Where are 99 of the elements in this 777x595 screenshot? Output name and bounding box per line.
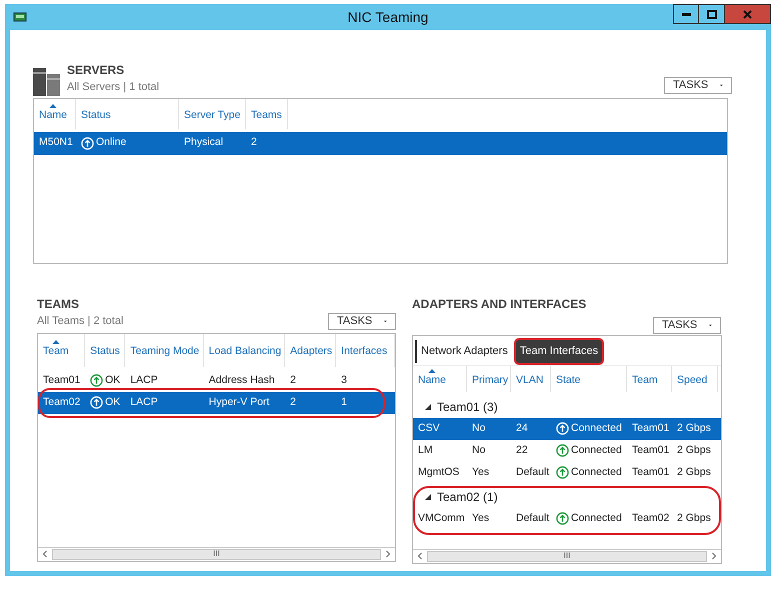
table-cell-text: Team01 xyxy=(632,420,670,436)
servers-icon xyxy=(33,68,60,96)
maximize-icon xyxy=(706,10,716,18)
table-cell-text: 2 Gbps xyxy=(677,510,711,526)
column-header[interactable]: State xyxy=(556,368,581,388)
status-up-icon xyxy=(81,136,94,150)
section-title: TEAMS xyxy=(37,296,80,312)
table-cell-text: Team02 xyxy=(43,394,80,410)
table-cell-text: No xyxy=(472,420,486,436)
section-title: ADAPTERS AND INTERFACES xyxy=(412,296,588,312)
status-up-icon xyxy=(90,396,104,409)
table-cell-text: 2 Gbps xyxy=(677,464,711,480)
table-cell-text: 22 xyxy=(516,442,528,458)
section-subtitle: All Teams | 2 total xyxy=(37,314,124,329)
table-cell-text: Connected xyxy=(571,420,622,436)
sort-arrow-icon xyxy=(428,368,436,373)
table-row[interactable]: VMComm Yes Default Connected Team02 2 Gbps xyxy=(413,508,721,530)
table-cell-text: Online xyxy=(96,135,126,150)
table-cell-text: LM xyxy=(418,442,433,458)
table-row[interactable]: Team01 OK LACP Address Hash 2 3 xyxy=(38,370,395,392)
table-cell-text: Connected xyxy=(571,442,622,458)
table-cell-text: M50N1 xyxy=(39,135,73,150)
table-row[interactable]: MgmtOS Yes Default Connected Team01 2 Gbps xyxy=(413,462,721,484)
column-header[interactable]: Adapters xyxy=(290,340,332,360)
status-up-icon xyxy=(556,512,569,525)
tasks-dropdown[interactable]: TASKS xyxy=(328,312,396,330)
table-cell-text: LACP xyxy=(130,394,158,410)
column-header[interactable]: Interfaces xyxy=(341,340,388,360)
close-icon xyxy=(743,10,752,18)
tasks-dropdown[interactable]: TASKS xyxy=(653,316,721,334)
column-header[interactable]: Status xyxy=(81,104,111,124)
column-header[interactable]: Name xyxy=(39,104,68,124)
group-header[interactable]: Team02 (1) xyxy=(413,486,721,508)
table-cell-text: Address Hash xyxy=(208,372,275,388)
column-header[interactable]: Name xyxy=(418,368,446,388)
expanded-icon xyxy=(425,404,431,410)
table-cell-text: 3 xyxy=(341,372,347,388)
scroll-thumb[interactable]: III xyxy=(52,548,381,560)
table-cell-text: CSV xyxy=(418,420,440,436)
app-icon xyxy=(13,11,27,23)
table-cell-text: 1 xyxy=(341,394,347,410)
table-cell-text: 2 xyxy=(251,135,257,150)
expanded-icon xyxy=(425,494,431,500)
table-cell-text: LACP xyxy=(130,372,158,388)
close-button[interactable] xyxy=(725,4,771,24)
table-cell-text: VMComm xyxy=(418,510,465,526)
table-cell-text: Team01 xyxy=(632,464,670,480)
table-cell-text: Team01 xyxy=(632,442,670,458)
column-header[interactable]: Team xyxy=(632,368,658,388)
table-row[interactable]: CSV No 24 Connected Team01 2 Gbps xyxy=(413,418,721,440)
table-cell-text: Default xyxy=(516,464,550,480)
maximize-button[interactable] xyxy=(699,4,725,24)
table-cell-text: 24 xyxy=(516,420,528,436)
table-cell-text: 2 Gbps xyxy=(677,442,711,458)
table-cell-text: OK xyxy=(105,394,120,410)
tab[interactable]: Team Interfaces xyxy=(516,340,602,362)
status-up-icon xyxy=(90,374,104,387)
group-label: Team02 (1) xyxy=(437,488,498,506)
status-up-icon xyxy=(556,466,569,479)
table-cell-text: OK xyxy=(105,372,120,388)
table-cell-text: Default xyxy=(516,510,550,526)
column-header[interactable]: Speed xyxy=(677,368,708,388)
table-cell-text: No xyxy=(472,442,486,458)
column-header[interactable]: Teaming Mode xyxy=(130,340,200,360)
table-cell-text: Hyper-V Port xyxy=(208,394,270,410)
table-cell-text: 2 xyxy=(290,372,296,388)
table-cell-text: Yes xyxy=(472,464,490,480)
tasks-dropdown[interactable]: TASKS xyxy=(664,76,732,94)
scroll-thumb[interactable]: III xyxy=(427,550,707,562)
status-up-icon xyxy=(556,444,569,457)
column-header[interactable]: Load Balancing xyxy=(208,340,282,360)
table-row[interactable]: LM No 22 Connected Team01 2 Gbps xyxy=(413,440,721,462)
table-cell-text: Yes xyxy=(472,510,490,526)
table-cell-text: Team01 xyxy=(43,372,80,388)
status-up-icon xyxy=(556,422,569,435)
minimize-icon xyxy=(682,12,690,16)
table-row[interactable]: M50N1 Online Physical 2 xyxy=(34,132,727,154)
table-cell-text: Connected xyxy=(571,510,622,526)
table-cell-text: MgmtOS xyxy=(418,464,460,480)
minimize-button[interactable] xyxy=(673,4,699,24)
table-cell-text: 2 xyxy=(290,394,296,410)
table-cell-text: Team02 xyxy=(632,510,670,526)
table-row[interactable]: Team02 OK LACP Hyper-V Port 2 1 xyxy=(38,392,395,414)
column-header[interactable]: VLAN xyxy=(516,368,544,388)
section-subtitle: All Servers | 1 total xyxy=(67,80,160,95)
sort-arrow-icon xyxy=(50,104,56,108)
group-header[interactable]: Team01 (3) xyxy=(413,396,721,418)
table-cell-text: 2 Gbps xyxy=(677,420,711,436)
column-header[interactable]: Status xyxy=(90,340,120,360)
window-title: NIC Teaming xyxy=(348,8,428,27)
column-header[interactable]: Primary xyxy=(472,368,508,388)
section-title: SERVERS xyxy=(67,62,126,79)
group-label: Team01 (3) xyxy=(437,398,498,416)
column-header[interactable]: Teams xyxy=(251,104,282,124)
table-cell-text: Connected xyxy=(571,464,622,480)
column-header[interactable]: Server Type xyxy=(184,104,240,124)
sort-arrow-icon xyxy=(52,340,60,344)
column-header[interactable]: Team xyxy=(43,340,69,360)
table-cell-text: Physical xyxy=(184,135,224,150)
